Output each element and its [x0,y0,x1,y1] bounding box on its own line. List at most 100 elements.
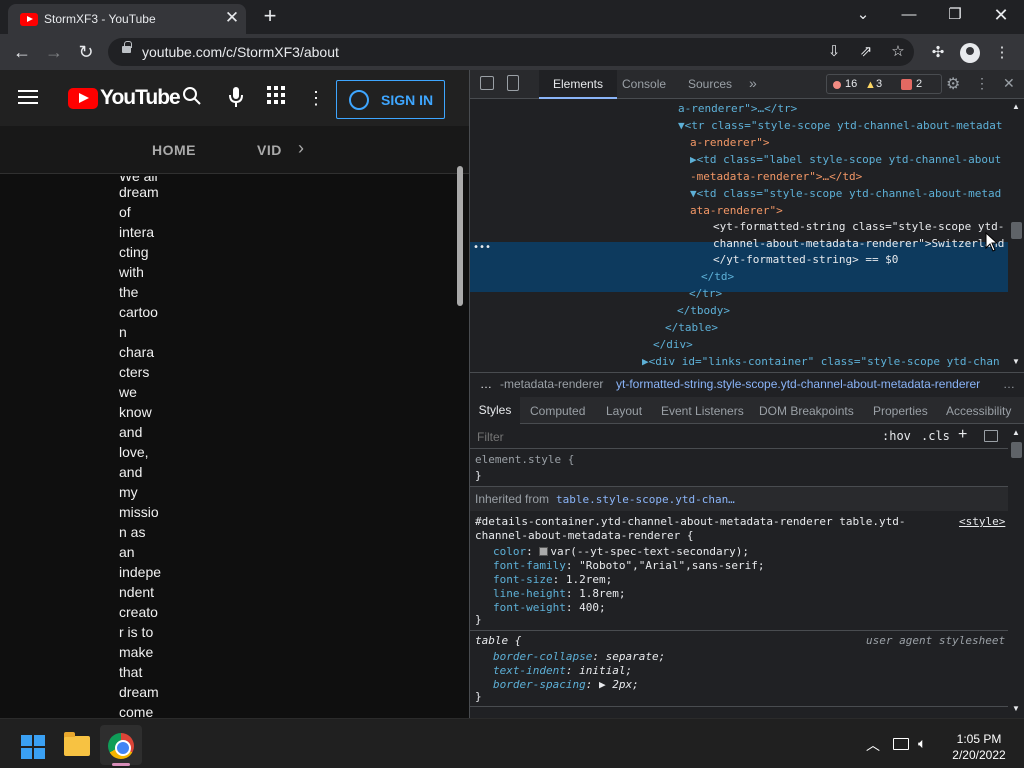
scroll-up-icon[interactable]: ▲ [1012,428,1020,437]
chrome-icon[interactable] [108,733,134,759]
minimize-button[interactable]: — [886,2,932,30]
tab-console[interactable]: Console [622,77,666,91]
devtools-menu-icon[interactable]: ⋮ [975,75,989,92]
dom-node[interactable]: ▼<tr class="style-scope ytd-channel-abou… [678,118,1003,134]
bookmark-star-icon[interactable]: ☆ [888,42,908,62]
page-scrollbar[interactable] [457,166,463,306]
tab-event-listeners[interactable]: Event Listeners [661,404,744,418]
tab-properties[interactable]: Properties [873,404,928,418]
css-property[interactable]: text-indent: initial; [493,664,632,678]
tab-dom-breakpoints[interactable]: DOM Breakpoints [759,404,854,418]
address-bar[interactable]: youtube.com/c/StormXF3/about ⇩ ⇗ ☆ [108,38,914,66]
breadcrumb-prefix[interactable]: … [480,377,492,391]
css-property[interactable]: font-weight: 400; [493,601,606,615]
node-actions-icon[interactable]: ••• [473,242,491,253]
css-property-value[interactable]: "Roboto","Arial",sans-serif; [579,559,764,572]
url-text[interactable]: youtube.com/c/StormXF3/about [142,44,339,60]
inherited-selector[interactable]: table.style-scope.ytd-chan… [556,493,735,506]
issues-counter[interactable]: 16 ▲ 3 2 [826,74,942,94]
css-property[interactable]: line-height: 1.8rem; [493,587,625,601]
css-property[interactable]: font-family: "Roboto","Arial",sans-serif… [493,559,765,573]
dom-node[interactable]: </tr> [689,286,722,302]
browser-tab[interactable]: StormXF3 - YouTube ✕ [8,4,246,34]
css-property-value[interactable]: 400; [579,601,606,614]
tab-close-icon[interactable]: ✕ [222,8,242,28]
css-property-value[interactable]: ▶ 2px; [599,678,639,691]
dom-node-selected[interactable]: <yt-formatted-string class="style-scope … [713,219,1004,235]
hamburger-menu-icon[interactable] [18,90,38,104]
back-button[interactable]: ← [9,40,35,64]
css-property-name[interactable]: border-collapse [493,650,592,663]
reload-button[interactable]: ↻ [73,40,99,64]
css-property[interactable]: border-spacing: ▶ 2px; [493,678,639,692]
scroll-down-icon[interactable]: ▼ [1012,704,1020,713]
styles-scroll-thumb[interactable] [1011,442,1022,458]
scroll-down-icon[interactable]: ▼ [1012,357,1020,366]
dom-node[interactable]: -metadata-renderer">…</td> [690,169,862,185]
rule1-selector-line1[interactable]: #details-container.ytd-channel-about-met… [475,515,905,529]
css-property-name[interactable]: border-spacing [493,678,586,691]
share-icon[interactable]: ⇗ [856,42,876,62]
chrome-menu-icon[interactable]: ⋮ [992,43,1012,63]
dom-node[interactable]: ata-renderer"> [690,203,783,219]
css-property-name[interactable]: font-weight [493,601,566,614]
breadcrumb-item[interactable]: -metadata-renderer [500,377,603,391]
inspect-element-icon[interactable] [480,76,494,90]
tab-styles[interactable]: Styles [470,397,520,424]
tab-videos[interactable]: VID [257,142,282,158]
youtube-logo-text[interactable]: YouTube [100,86,181,110]
cls-toggle[interactable]: .cls [921,429,950,443]
chevron-right-icon[interactable]: › [298,138,304,159]
close-window-button[interactable]: ✕ [978,2,1024,30]
hov-toggle[interactable]: :hov [882,429,911,443]
rule2-selector[interactable]: table { [475,634,521,648]
tab-layout[interactable]: Layout [606,404,642,418]
rule1-selector-line2[interactable]: channel-about-metadata-renderer { [475,529,694,543]
css-property-value[interactable]: var(--yt-spec-text-secondary); [550,545,749,558]
css-property-value[interactable]: 1.2rem; [566,573,612,586]
css-property[interactable]: font-size: 1.2rem; [493,573,612,587]
rule1-source-link[interactable]: <style> [959,515,1005,529]
dom-node[interactable]: </div> [653,337,693,353]
css-property[interactable]: border-collapse: separate; [493,650,665,664]
new-rule-icon[interactable]: + [958,426,967,444]
tab-home[interactable]: HOME [152,142,196,158]
css-property-name[interactable]: color [493,545,526,558]
toggle-sidebar-icon[interactable] [984,430,998,442]
new-tab-button[interactable]: + [258,3,282,29]
lock-icon[interactable] [122,41,132,53]
dom-node[interactable]: </table> [665,320,718,336]
forward-button[interactable]: → [41,40,67,64]
tab-elements[interactable]: Elements [539,70,617,99]
dom-node[interactable]: </td> [701,269,734,285]
dom-node[interactable]: ▶<div id="links-container" class="style-… [642,354,1000,370]
css-property-name[interactable]: line-height [493,587,566,600]
tab-computed[interactable]: Computed [530,404,585,418]
css-property-name[interactable]: font-family [493,559,566,572]
file-explorer-icon[interactable] [64,732,90,756]
chevron-up-icon[interactable]: ︿ [866,735,880,755]
tab-accessibility[interactable]: Accessibility [946,404,1011,418]
microphone-icon[interactable] [224,86,248,110]
windows-start-icon[interactable] [21,735,45,759]
styles-scrollbar[interactable]: ▲ ▼ [1008,425,1024,718]
css-property-name[interactable]: font-size [493,573,553,586]
dom-node[interactable]: a-renderer"> [690,135,769,151]
dom-node[interactable]: ▼<td class="style-scope ytd-channel-abou… [690,186,1001,202]
profile-avatar[interactable] [960,43,980,63]
restore-button[interactable]: ❐ [932,2,978,30]
breadcrumb-item-selected[interactable]: yt-formatted-string.style-scope.ytd-chan… [616,377,980,391]
close-devtools-icon[interactable]: ✕ [1003,75,1015,92]
breadcrumb-more[interactable]: … [1003,377,1015,391]
element-style-selector[interactable]: element.style { [475,453,574,466]
device-toolbar-icon[interactable] [507,75,519,91]
dom-scroll-thumb[interactable] [1011,222,1022,239]
tab-search-icon[interactable]: ⌄ [840,2,886,30]
css-property-name[interactable]: text-indent [493,664,566,677]
extensions-icon[interactable]: ✣ [928,43,948,63]
dom-node[interactable]: ▶<td class="label style-scope ytd-channe… [690,152,1001,168]
css-property-value[interactable]: separate; [606,650,666,663]
settings-more-icon[interactable]: ⋮ [304,86,328,110]
css-property-value[interactable]: 1.8rem; [579,587,625,600]
search-icon[interactable] [180,86,204,110]
